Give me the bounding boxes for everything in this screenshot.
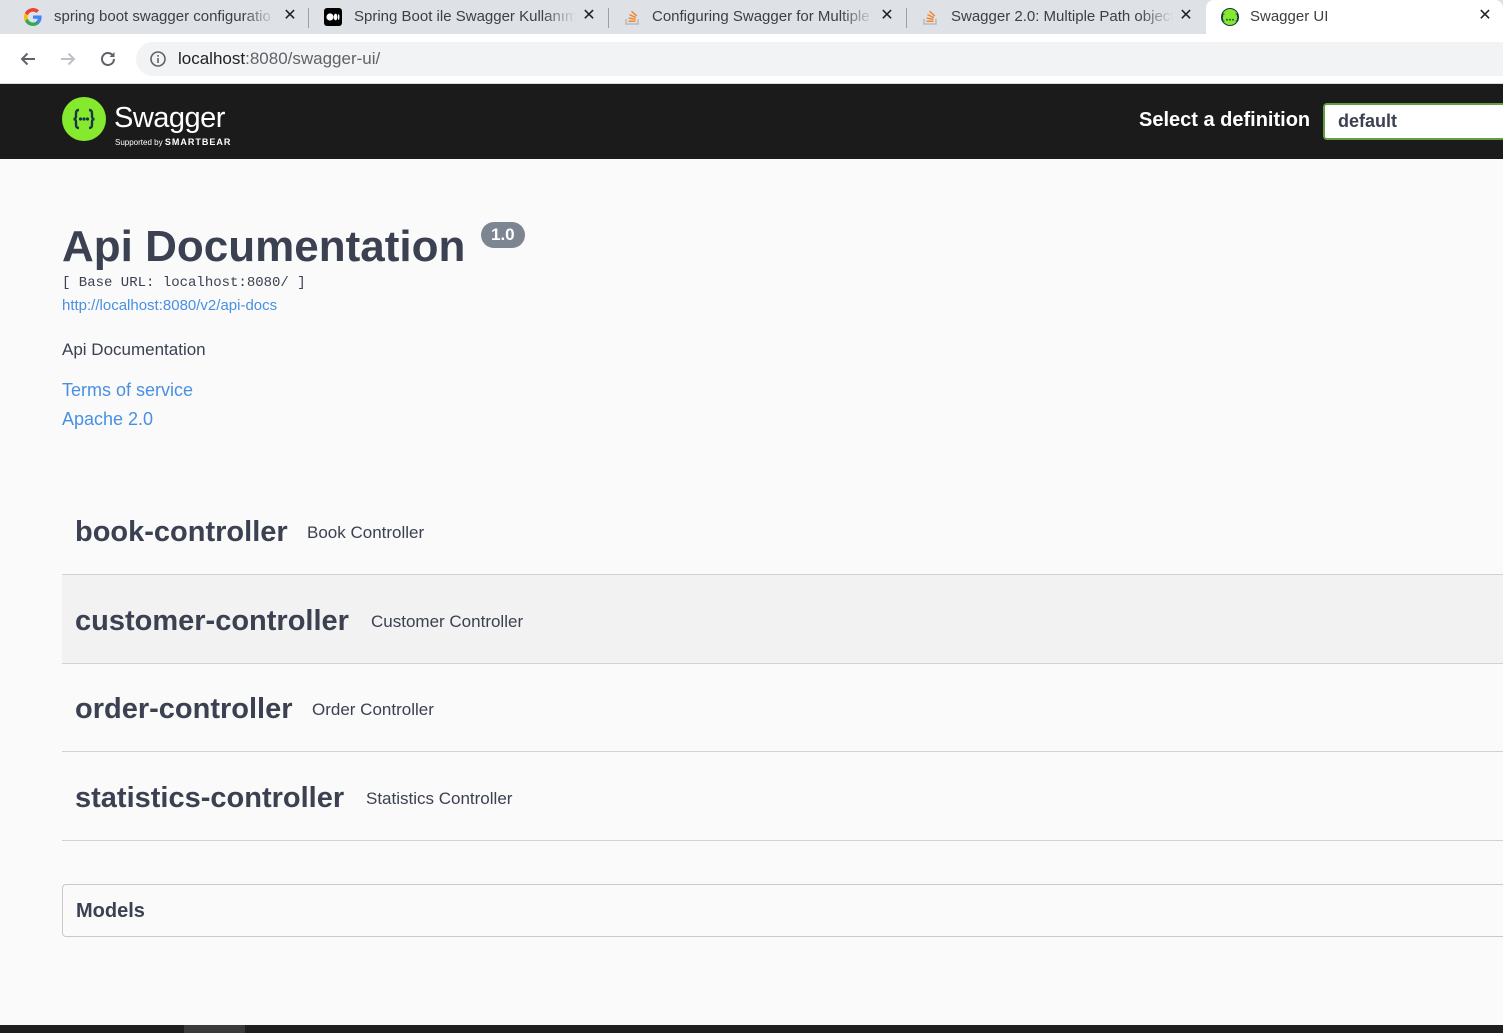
- svg-text:{…}: {…}: [1221, 14, 1239, 24]
- supported-by-text: Supported by: [115, 138, 163, 147]
- browser-tab-3[interactable]: Swagger 2.0: Multiple Path object ✕: [907, 0, 1205, 34]
- url-path: :8080/swagger-ui/: [245, 49, 381, 68]
- controller-statistics[interactable]: statistics-controller Statistics Control…: [62, 752, 1503, 841]
- license-link[interactable]: Apache 2.0: [62, 409, 153, 430]
- swagger-topbar: Swagger Supported by SMARTBEAR Select a …: [0, 84, 1503, 159]
- terms-of-service-link[interactable]: Terms of service: [62, 380, 193, 401]
- swagger-icon: {…}: [1221, 8, 1239, 26]
- models-title[interactable]: Models: [76, 900, 145, 923]
- swagger-logo-icon[interactable]: [62, 97, 106, 141]
- tab-title: Spring Boot ile Swagger Kullanım: [354, 8, 576, 25]
- browser-tab-0[interactable]: spring boot swagger configuratio ✕: [0, 0, 308, 34]
- back-arrow-icon[interactable]: [17, 48, 39, 70]
- swagger-logo-subtitle: Supported by SMARTBEAR: [115, 137, 231, 147]
- tab-strip: spring boot swagger configuratio ✕ Sprin…: [0, 0, 1503, 34]
- tab-close-icon[interactable]: ✕: [1177, 7, 1195, 25]
- version-badge: 1.0: [481, 222, 525, 248]
- controller-name[interactable]: statistics-controller: [75, 782, 344, 815]
- forward-arrow-icon[interactable]: [57, 48, 79, 70]
- controller-description: Statistics Controller: [366, 789, 513, 808]
- tab-close-icon[interactable]: ✕: [1476, 7, 1494, 25]
- definition-select[interactable]: default: [1323, 103, 1503, 140]
- medium-icon: [324, 8, 342, 26]
- browser-tab-2[interactable]: Configuring Swagger for Multiple ✕: [609, 0, 906, 34]
- tab-close-icon[interactable]: ✕: [878, 7, 896, 25]
- tab-title: Swagger UI: [1250, 8, 1329, 25]
- tab-close-icon[interactable]: ✕: [580, 7, 598, 25]
- api-docs-link[interactable]: http://localhost:8080/v2/api-docs: [62, 297, 277, 314]
- url-text[interactable]: localhost:8080/swagger-ui/: [178, 50, 380, 68]
- controller-customer[interactable]: customer-controller Customer Controller: [62, 575, 1503, 664]
- browser-toolbar: localhost:8080/swagger-ui/: [0, 34, 1503, 84]
- controller-name[interactable]: book-controller: [75, 516, 288, 549]
- address-bar[interactable]: localhost:8080/swagger-ui/: [136, 42, 1503, 76]
- info-icon[interactable]: [150, 51, 166, 67]
- stackoverflow-icon: [922, 8, 940, 26]
- definition-select-label: Select a definition: [1139, 109, 1311, 131]
- controller-name[interactable]: customer-controller: [75, 605, 349, 638]
- tab-close-icon[interactable]: ✕: [281, 7, 299, 25]
- base-url: [ Base URL: localhost:8080/ ]: [62, 275, 306, 291]
- controller-name[interactable]: order-controller: [75, 693, 293, 726]
- google-icon: [24, 8, 42, 26]
- tab-title: Configuring Swagger for Multiple: [652, 8, 870, 25]
- tab-title: Swagger 2.0: Multiple Path object: [951, 8, 1173, 25]
- api-title: Api Documentation: [62, 222, 466, 271]
- models-section[interactable]: Models: [62, 884, 1503, 937]
- controller-order[interactable]: order-controller Order Controller: [62, 663, 1503, 752]
- reload-icon[interactable]: [97, 48, 119, 70]
- tab-title: spring boot swagger configuratio: [54, 8, 271, 25]
- bottom-scrollbar[interactable]: [0, 1025, 1503, 1033]
- controller-description: Customer Controller: [371, 612, 524, 631]
- controller-book[interactable]: book-controller Book Controller: [62, 486, 1503, 575]
- browser-tab-active[interactable]: {…} Swagger UI ✕: [1206, 0, 1503, 34]
- stackoverflow-icon: [624, 8, 642, 26]
- api-description: Api Documentation: [62, 340, 206, 359]
- swagger-logo-text[interactable]: Swagger: [114, 102, 225, 135]
- url-host: localhost: [178, 49, 246, 68]
- controller-description: Order Controller: [312, 700, 434, 719]
- scrollbar-thumb[interactable]: [184, 1025, 245, 1033]
- smartbear-brand: SMARTBEAR: [164, 137, 232, 147]
- browser-tab-1[interactable]: Spring Boot ile Swagger Kullanım ✕: [309, 0, 607, 34]
- controller-description: Book Controller: [307, 523, 425, 542]
